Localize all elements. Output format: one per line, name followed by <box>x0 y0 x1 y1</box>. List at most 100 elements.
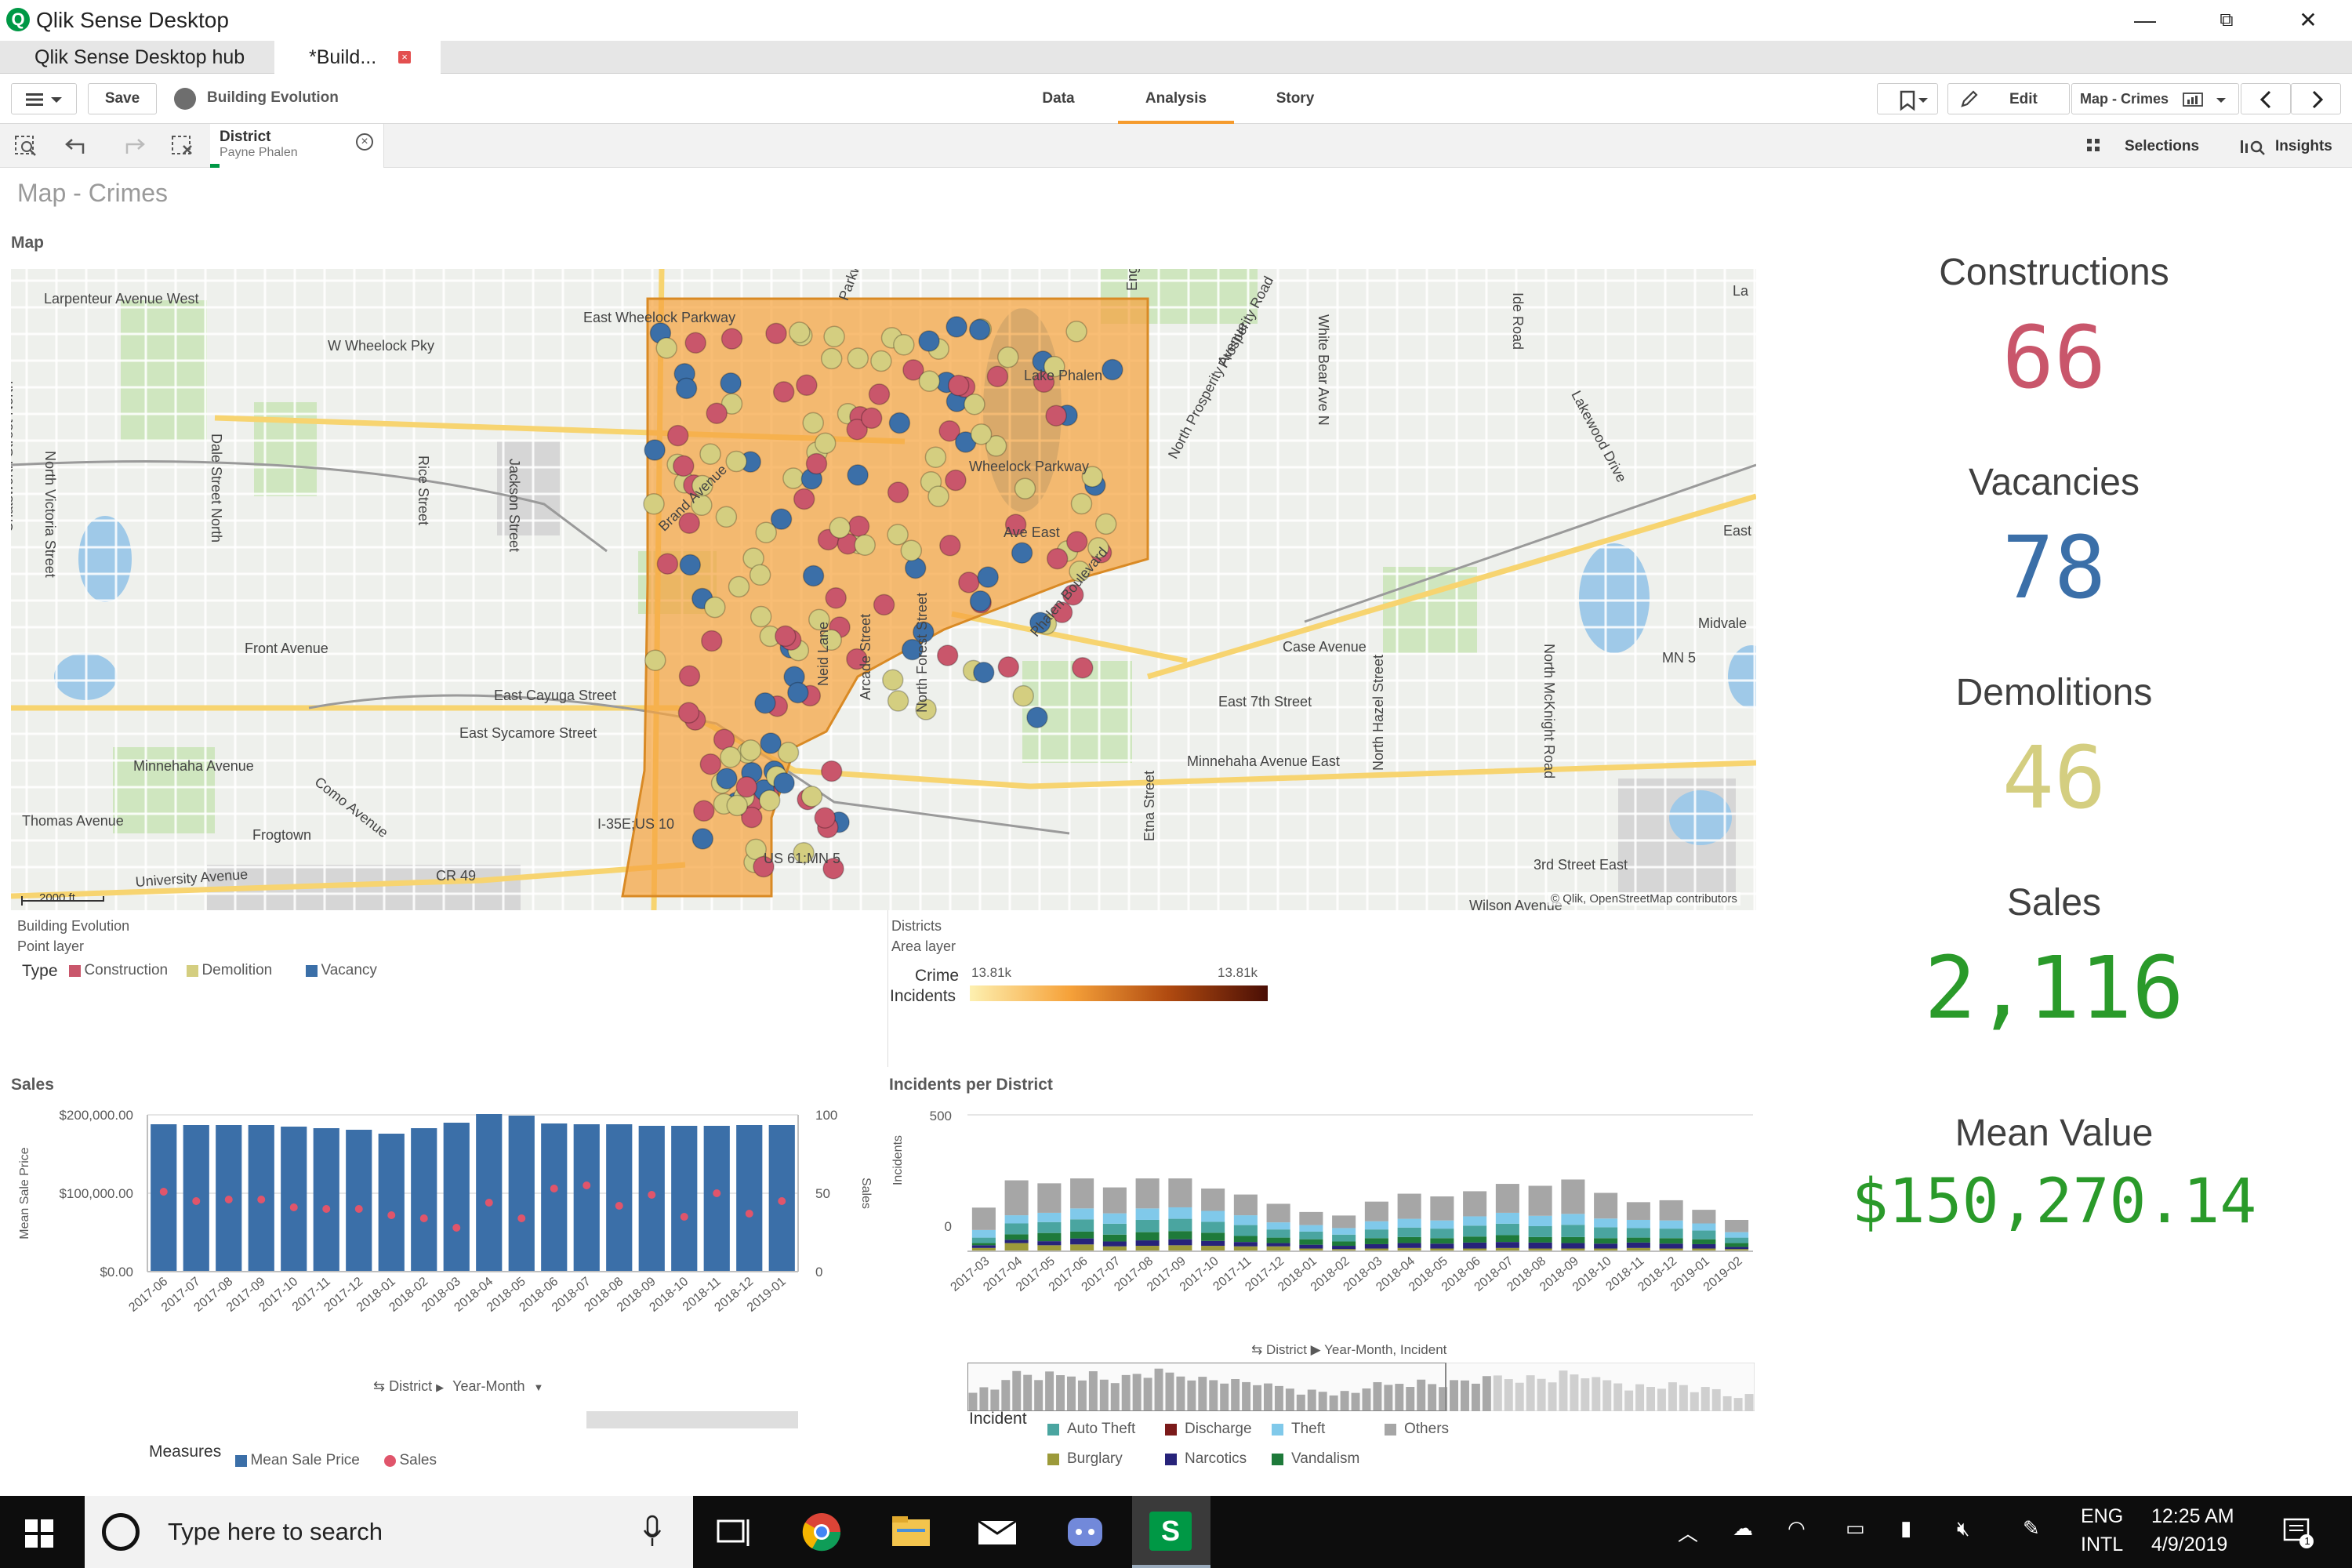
incidents-bar-segment[interactable] <box>1299 1211 1323 1225</box>
incidents-bar-segment[interactable] <box>971 1243 996 1246</box>
incidents-bar-segment[interactable] <box>1397 1193 1421 1219</box>
incidents-bar-segment[interactable] <box>1332 1241 1356 1247</box>
action-center-icon[interactable]: 1 <box>2280 1515 2314 1549</box>
incidents-bar-segment[interactable] <box>1626 1228 1650 1238</box>
incidents-bar-segment[interactable] <box>1037 1245 1062 1251</box>
incidents-bar-segment[interactable] <box>1692 1243 1716 1249</box>
incidents-bar-segment[interactable] <box>1659 1238 1683 1244</box>
incidents-bar-segment[interactable] <box>1037 1183 1062 1213</box>
incidents-bar-segment[interactable] <box>1561 1179 1585 1214</box>
sales-bar[interactable] <box>346 1130 372 1272</box>
next-sheet-button[interactable] <box>2291 83 2341 114</box>
close-button[interactable]: ✕ <box>2269 3 2347 38</box>
incidents-bar-segment[interactable] <box>1004 1240 1029 1243</box>
incidents-bar-segment[interactable] <box>1266 1243 1290 1247</box>
incidents-bar-segment[interactable] <box>1463 1216 1487 1226</box>
incidents-bar-segment[interactable] <box>1332 1234 1356 1242</box>
incidents-bar-segment[interactable] <box>1102 1187 1127 1214</box>
wifi-icon[interactable]: ◠ <box>1788 1516 1806 1541</box>
incidents-bar-segment[interactable] <box>1725 1247 1749 1250</box>
sales-chart-scrollbar[interactable] <box>586 1411 798 1428</box>
incidents-bar-segment[interactable] <box>1168 1207 1192 1219</box>
incidents-bar-segment[interactable] <box>1201 1221 1225 1233</box>
incidents-bar-segment[interactable] <box>1528 1236 1552 1243</box>
incidents-bar-segment[interactable] <box>1004 1180 1029 1216</box>
incidents-bar-segment[interactable] <box>1037 1212 1062 1222</box>
incidents-bar-segment[interactable] <box>1233 1225 1258 1236</box>
incidents-bar-segment[interactable] <box>1692 1223 1716 1231</box>
incidents-bar-segment[interactable] <box>971 1245 996 1248</box>
incidents-bar-segment[interactable] <box>1070 1231 1094 1239</box>
sales-point[interactable] <box>159 1188 168 1196</box>
incidents-bar-segment[interactable] <box>1168 1245 1192 1251</box>
restore-button[interactable]: ⧉ <box>2187 3 2266 38</box>
incidents-bar-segment[interactable] <box>1135 1232 1160 1241</box>
incidents-bar-segment[interactable] <box>1070 1208 1094 1220</box>
incidents-bar-segment[interactable] <box>1430 1196 1454 1221</box>
clear-all-selections-icon[interactable] <box>168 132 199 160</box>
sales-point[interactable] <box>257 1196 266 1203</box>
sales-point[interactable] <box>322 1205 331 1213</box>
incidents-bar-segment[interactable] <box>1070 1178 1094 1209</box>
incidents-mini-chart[interactable] <box>967 1363 1755 1411</box>
sales-bar[interactable] <box>411 1128 437 1272</box>
tab-data[interactable]: Data <box>1019 74 1098 124</box>
incidents-bar-segment[interactable] <box>1626 1202 1650 1220</box>
sales-chart[interactable]: $200,000.00 $100,000.00 $0.00 100 50 0 Mean Sa… <box>0 1098 894 1490</box>
incidents-bar-segment[interactable] <box>1102 1241 1127 1247</box>
minimize-button[interactable]: — <box>2106 3 2184 38</box>
incidents-chart-crumb[interactable]: ⇆ District ▶ Year-Month, Incident <box>1251 1342 1446 1358</box>
incidents-bar-segment[interactable] <box>1528 1225 1552 1237</box>
sales-point[interactable] <box>680 1213 688 1221</box>
incidents-bar-segment[interactable] <box>1463 1225 1487 1237</box>
incidents-bar-segment[interactable] <box>971 1237 996 1243</box>
smart-search-icon[interactable] <box>11 132 42 160</box>
legend-item-discharge[interactable]: Discharge <box>1165 1421 1252 1438</box>
sales-bar[interactable] <box>736 1125 763 1272</box>
tab-analysis[interactable]: Analysis <box>1118 74 1234 124</box>
step-forward-icon[interactable] <box>118 132 149 160</box>
sales-bar[interactable] <box>671 1126 698 1272</box>
mail-icon[interactable] <box>975 1512 1019 1552</box>
legend-item-vacancy[interactable]: Vacancy <box>306 962 377 979</box>
microphone-icon[interactable] <box>643 1515 662 1549</box>
onedrive-icon[interactable]: ☁ <box>1733 1516 1753 1541</box>
incidents-bar-segment[interactable] <box>1725 1232 1749 1238</box>
incidents-bar-segment[interactable] <box>1528 1242 1552 1249</box>
incidents-bar-segment[interactable] <box>1626 1242 1650 1248</box>
language-line-2[interactable]: INTL <box>2081 1534 2123 1556</box>
incidents-bar-segment[interactable] <box>1626 1219 1650 1229</box>
sales-point[interactable] <box>648 1191 656 1199</box>
sales-point[interactable] <box>452 1224 461 1232</box>
incidents-bar-segment[interactable] <box>1135 1246 1160 1251</box>
incidents-bar-segment[interactable] <box>1299 1225 1323 1232</box>
incidents-bar-segment[interactable] <box>1397 1236 1421 1243</box>
display-icon[interactable]: ▭ <box>1846 1516 1865 1541</box>
map-viewport[interactable]: Larpenteur Avenue West W Wheelock Pky East… <box>11 269 1756 910</box>
incidents-bar-segment[interactable] <box>1037 1241 1062 1246</box>
file-explorer-icon[interactable] <box>889 1512 933 1552</box>
legend-item-auto-theft[interactable]: Auto Theft <box>1047 1421 1135 1438</box>
incidents-bar-segment[interactable] <box>1102 1234 1127 1242</box>
sales-bar[interactable] <box>541 1123 568 1272</box>
sales-bar[interactable] <box>476 1114 503 1272</box>
sales-point[interactable] <box>192 1197 201 1205</box>
incidents-bar-segment[interactable] <box>1463 1242 1487 1249</box>
battery-icon[interactable]: ▮ <box>1900 1516 1911 1541</box>
incidents-bar-segment[interactable] <box>1135 1208 1160 1220</box>
incidents-bar-segment[interactable] <box>1364 1243 1388 1249</box>
incidents-bar-segment[interactable] <box>1659 1229 1683 1239</box>
incidents-bar-segment[interactable] <box>1135 1219 1160 1232</box>
task-view-icon[interactable] <box>712 1512 756 1552</box>
pen-workspace-icon[interactable]: ✎ <box>2023 1516 2040 1541</box>
volume-muted-icon[interactable]: 🔇︎ <box>1957 1516 1969 1541</box>
windows-start-icon[interactable] <box>24 1518 55 1549</box>
incidents-bar-segment[interactable] <box>1364 1229 1388 1239</box>
incidents-bar-segment[interactable] <box>1594 1243 1618 1249</box>
chrome-icon[interactable] <box>800 1512 844 1552</box>
legend-item-sales[interactable]: Sales <box>384 1452 437 1469</box>
incidents-bar-segment[interactable] <box>1528 1215 1552 1226</box>
global-menu-button[interactable] <box>11 83 77 114</box>
incidents-bar-segment[interactable] <box>1266 1203 1290 1223</box>
incidents-bar-segment[interactable] <box>1299 1231 1323 1240</box>
